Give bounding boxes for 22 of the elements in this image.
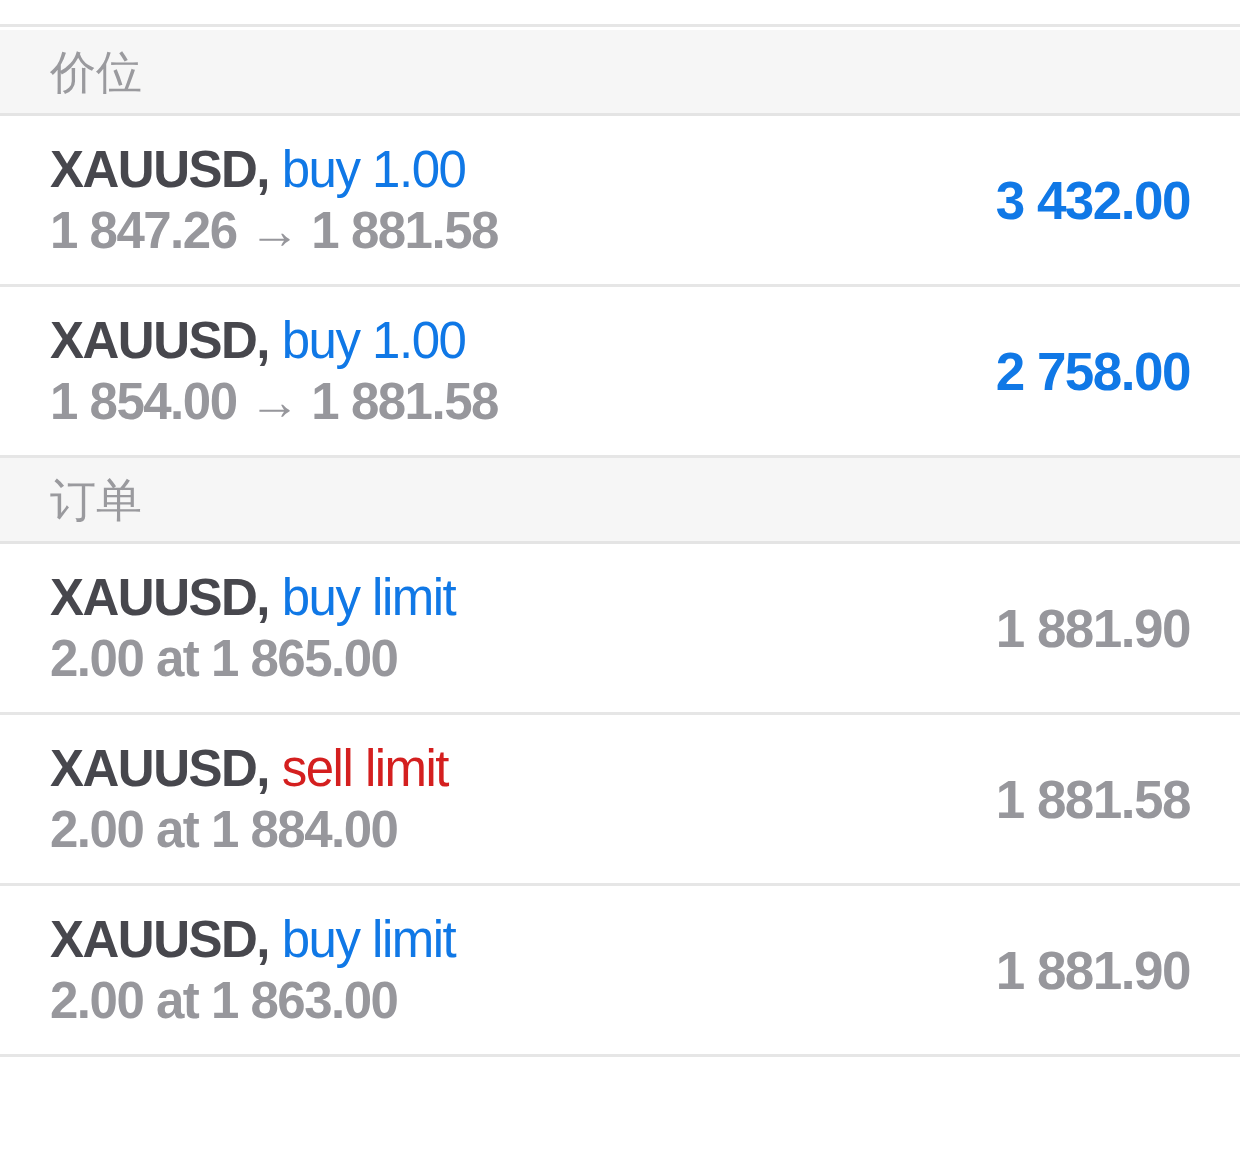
- price-detail: 1 854.00 → 1 881.58: [50, 373, 498, 430]
- profit-value: 3 432.00: [995, 169, 1190, 231]
- price-value: 1 881.90: [995, 597, 1190, 659]
- profit-value: 2 758.00: [995, 340, 1190, 402]
- symbol-label: XAUUSD,: [50, 740, 270, 797]
- symbol-label: XAUUSD,: [50, 141, 270, 198]
- order-type-label: buy limit: [281, 569, 456, 626]
- price-detail: 2.00 at 1 865.00: [50, 630, 398, 687]
- symbol-label: XAUUSD,: [50, 911, 270, 968]
- section-header: 订单: [0, 458, 1240, 544]
- order-type-label: buy 1.00: [281, 141, 466, 198]
- order-type-label: sell limit: [281, 740, 449, 797]
- symbol-label: XAUUSD,: [50, 569, 270, 626]
- order-type-label: buy 1.00: [281, 312, 466, 369]
- price-value: 1 881.90: [995, 939, 1190, 1001]
- symbol-label: XAUUSD,: [50, 312, 270, 369]
- order-type-label: buy limit: [281, 911, 456, 968]
- price-detail: 1 847.26 → 1 881.58: [50, 202, 498, 259]
- section-header: 价位: [0, 30, 1240, 116]
- price-detail: 2.00 at 1 884.00: [50, 801, 398, 858]
- price-detail: 2.00 at 1 863.00: [50, 972, 398, 1029]
- price-value: 1 881.58: [995, 768, 1190, 830]
